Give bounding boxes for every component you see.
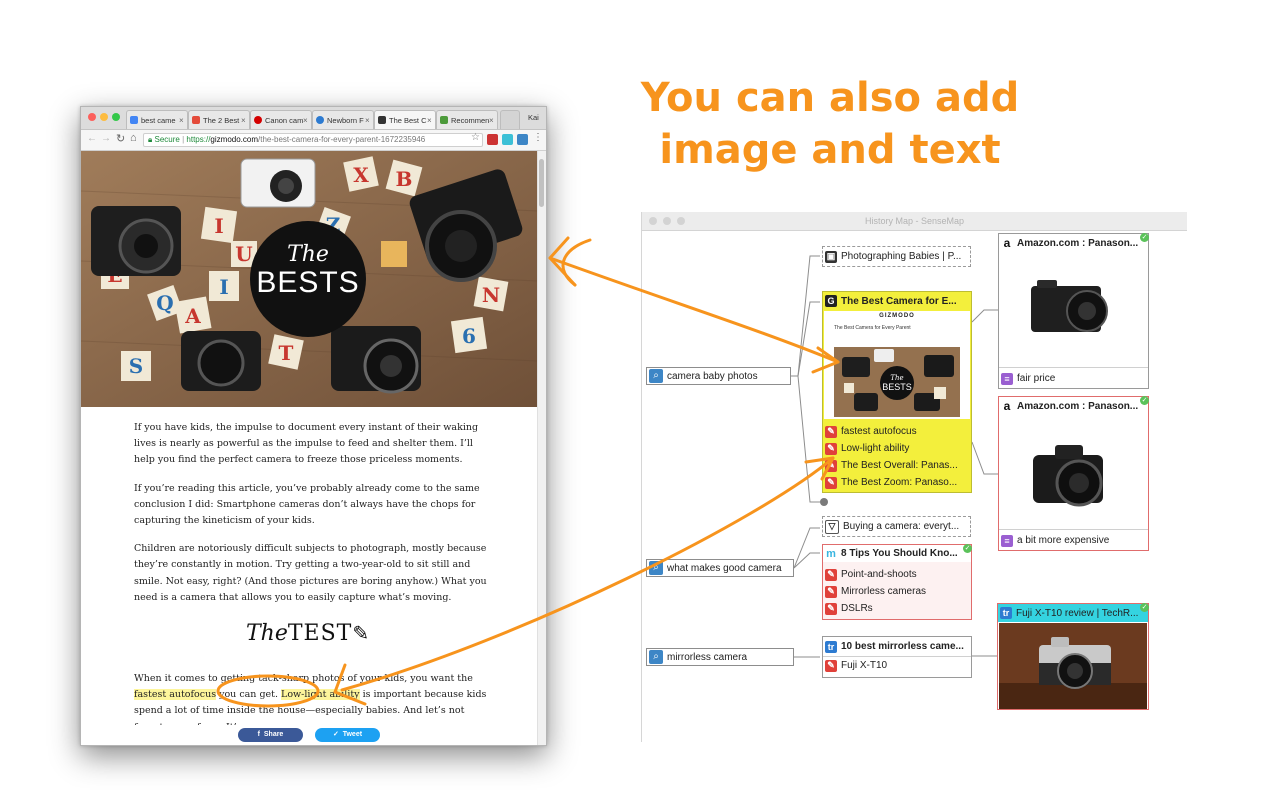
highlight-circle xyxy=(216,674,320,708)
annotation-arrows xyxy=(216,236,840,708)
arrow-to-text xyxy=(340,456,835,692)
arrow-to-image xyxy=(548,256,840,364)
